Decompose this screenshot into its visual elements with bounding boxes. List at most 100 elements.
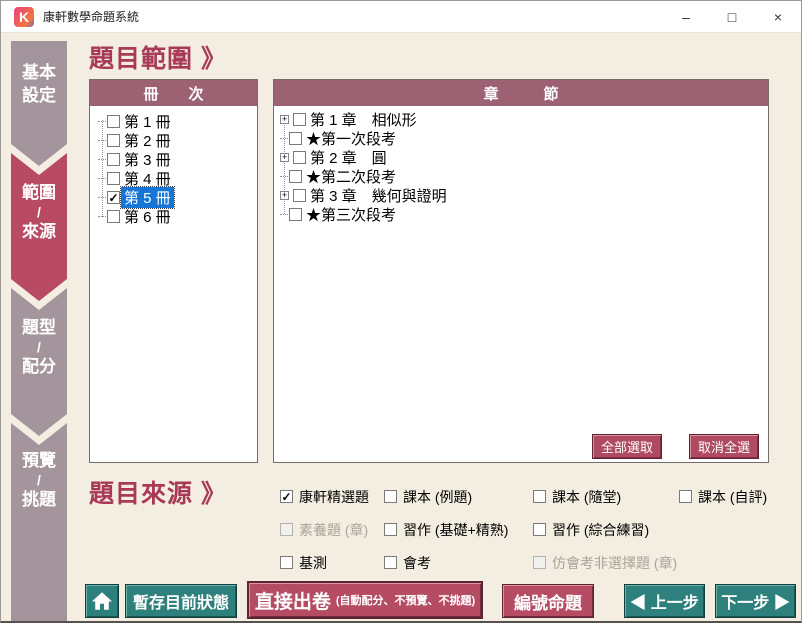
volume-checkbox[interactable]	[107, 210, 120, 223]
volume-row[interactable]: 第 3 冊	[98, 150, 255, 169]
source-checkbox[interactable]	[533, 523, 546, 536]
check-icon: ✓	[281, 492, 291, 502]
volume-label[interactable]: 第 4 冊	[121, 168, 174, 189]
source-option[interactable]: 課本 (例題)	[383, 487, 532, 507]
tab-label-line: 題型	[11, 316, 67, 339]
close-button[interactable]: ×	[755, 1, 801, 32]
source-option[interactable]: 習作 (基礎+精熟)	[383, 520, 532, 540]
volume-checkbox[interactable]	[107, 115, 120, 128]
source-checkbox[interactable]	[384, 556, 397, 569]
source-checkbox-disabled	[533, 556, 546, 569]
chapter-row[interactable]: + 第 3 章 幾何與證明	[280, 186, 766, 205]
source-checkbox[interactable]	[280, 556, 293, 569]
source-label: 基測	[299, 553, 327, 573]
chapter-label[interactable]: ★第二次段考	[303, 166, 399, 187]
chapter-row[interactable]: ★第一次段考	[280, 129, 766, 148]
source-option[interactable]: ✓ 康軒精選題	[279, 487, 383, 507]
volume-row[interactable]: 第 1 冊	[98, 112, 255, 131]
source-label: 課本 (例題)	[403, 487, 472, 507]
chapter-label[interactable]: 第 1 章 相似形	[307, 109, 420, 130]
window-controls: – □ ×	[663, 1, 801, 32]
scope-section-heading: 題目範圍 》	[89, 39, 227, 75]
source-label: 課本 (自評)	[698, 487, 767, 507]
chapter-checkbox[interactable]	[289, 170, 302, 183]
tab-label-line: /	[11, 339, 67, 355]
source-checkbox[interactable]	[533, 490, 546, 503]
volume-row[interactable]: 第 6 冊	[98, 207, 255, 226]
source-label: 習作 (基礎+精熟)	[403, 520, 508, 540]
source-option[interactable]: 課本 (隨堂)	[532, 487, 678, 507]
source-option[interactable]: 會考	[383, 553, 532, 573]
volume-row[interactable]: 第 2 冊	[98, 131, 255, 150]
maximize-button[interactable]: □	[709, 1, 755, 32]
chapter-label[interactable]: ★第一次段考	[303, 128, 399, 149]
save-current-state-button[interactable]: 暫存目前狀態	[125, 584, 237, 618]
expand-icon[interactable]: +	[280, 191, 289, 200]
chapter-row[interactable]: ★第二次段考	[280, 167, 766, 186]
check-icon: ✓	[108, 193, 118, 203]
tree-connector	[280, 176, 288, 177]
sources-row: 素養題 (章) 習作 (基礎+精熟) 習作 (綜合練習)	[279, 513, 798, 546]
expand-icon[interactable]: +	[280, 153, 289, 162]
volume-label[interactable]: 第 3 冊	[121, 149, 174, 170]
chapter-row[interactable]: ★第三次段考	[280, 205, 766, 224]
chapter-row[interactable]: + 第 1 章 相似形	[280, 110, 766, 129]
source-option[interactable]: 習作 (綜合練習)	[532, 520, 678, 540]
next-step-button[interactable]: 下一步 ▶	[715, 584, 796, 618]
chapter-checkbox[interactable]	[289, 132, 302, 145]
volumes-panel-header: 冊 次	[90, 80, 257, 106]
tab-scope-source[interactable]: 範圍 / 來源	[11, 153, 67, 301]
volume-row[interactable]: 第 4 冊	[98, 169, 255, 188]
direct-generate-sublabel: (自動配分、不預覽、不挑題)	[336, 592, 475, 608]
source-checkbox-checked[interactable]: ✓	[280, 490, 293, 503]
chapters-panel: 章 節 + 第 1 章 相似形 ★第一次段考 + 第 2 章 圓 ★第二次	[273, 79, 769, 463]
source-option[interactable]: 課本 (自評)	[678, 487, 798, 507]
source-checkbox[interactable]	[679, 490, 692, 503]
chapter-checkbox[interactable]	[293, 113, 306, 126]
chapter-checkbox[interactable]	[293, 189, 306, 202]
tree-connector	[280, 138, 288, 139]
source-label: 會考	[403, 553, 431, 573]
source-option[interactable]: 基測	[279, 553, 383, 573]
volume-label[interactable]: 第 1 冊	[121, 111, 174, 132]
tab-label-line: 配分	[11, 355, 67, 378]
chapter-checkbox[interactable]	[289, 208, 302, 221]
volume-row-selected[interactable]: ✓ 第 5 冊	[98, 188, 255, 207]
tab-label-line: 基本	[11, 61, 67, 84]
volume-label[interactable]: 第 6 冊	[121, 206, 174, 227]
volume-label[interactable]: 第 2 冊	[121, 130, 174, 151]
tab-label-line: 來源	[11, 220, 67, 243]
chapter-label[interactable]: ★第三次段考	[303, 204, 399, 225]
tree-connector	[98, 121, 106, 122]
expand-icon[interactable]: +	[280, 115, 289, 124]
chapter-label[interactable]: 第 3 章 幾何與證明	[307, 185, 450, 206]
tab-label-line: 設定	[11, 84, 67, 107]
tab-preview-pick[interactable]: 預覽 / 挑題	[11, 423, 67, 623]
chapters-tree: + 第 1 章 相似形 ★第一次段考 + 第 2 章 圓 ★第二次段考 +	[274, 106, 768, 224]
tab-question-type-score[interactable]: 題型 / 配分	[11, 288, 67, 436]
source-checkbox[interactable]	[384, 523, 397, 536]
volume-label[interactable]: 第 5 冊	[121, 187, 174, 208]
tree-connector	[98, 178, 106, 179]
minimize-button[interactable]: –	[663, 1, 709, 32]
tab-label-line: 預覽	[11, 449, 67, 472]
app-icon: K	[14, 7, 34, 27]
tab-label-line: /	[11, 204, 67, 220]
home-button[interactable]	[85, 584, 119, 618]
select-all-button[interactable]: 全部選取	[592, 434, 662, 459]
deselect-all-button[interactable]: 取消全選	[689, 434, 759, 459]
volume-checkbox[interactable]	[107, 172, 120, 185]
volume-checkbox[interactable]	[107, 134, 120, 147]
direct-generate-button[interactable]: 直接出卷 (自動配分、不預覽、不挑題)	[247, 581, 483, 619]
volume-checkbox[interactable]	[107, 153, 120, 166]
source-checkbox[interactable]	[384, 490, 397, 503]
chapter-label[interactable]: 第 2 章 圓	[307, 147, 390, 168]
volume-checkbox-checked[interactable]: ✓	[107, 191, 120, 204]
chapter-checkbox[interactable]	[293, 151, 306, 164]
tab-basic-settings[interactable]: 基本 設定	[11, 41, 67, 166]
chapter-row[interactable]: + 第 2 章 圓	[280, 148, 766, 167]
source-checkbox-disabled	[280, 523, 293, 536]
tab-label-line: 挑題	[11, 488, 67, 511]
numbered-question-button[interactable]: 編號命題	[502, 584, 594, 618]
previous-step-button[interactable]: ◀ 上一步	[624, 584, 705, 618]
